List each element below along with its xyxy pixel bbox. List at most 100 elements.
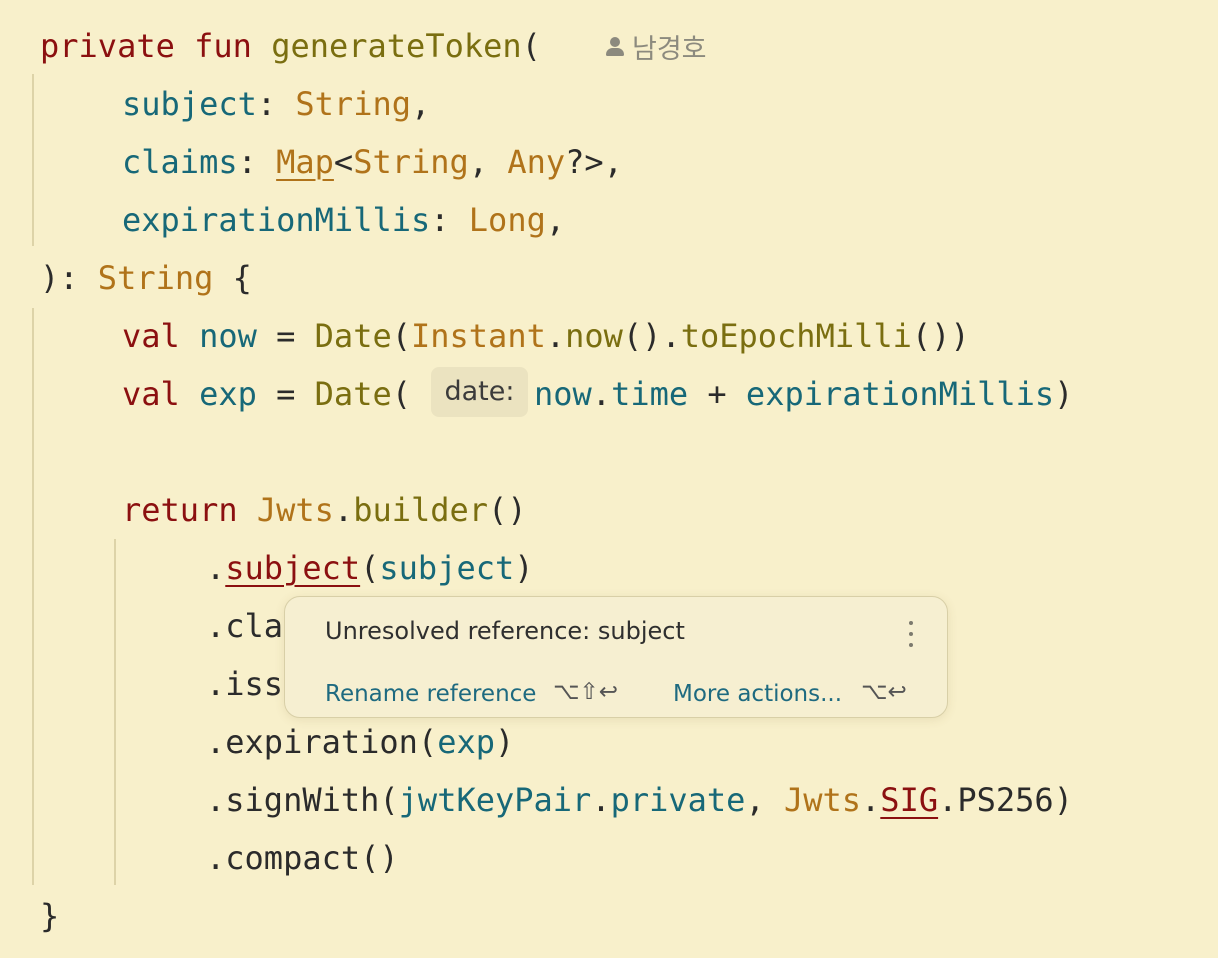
code-line-7[interactable]: val exp = Date( [122, 365, 411, 423]
property-time: time [611, 375, 689, 413]
unresolved-subject-call[interactable]: subject [225, 549, 360, 587]
type-instant: Instant [410, 317, 546, 355]
param-subject: subject [122, 85, 257, 123]
code-line-5[interactable]: ): String { [40, 249, 252, 307]
keyword-val: val [122, 375, 180, 413]
code-text: .cla [206, 607, 284, 645]
keyword-private: private [40, 27, 175, 65]
code-line-6[interactable]: val now = Date(Instant.now().toEpochMill… [122, 307, 970, 365]
code-line-16[interactable]: } [40, 887, 59, 945]
paren: ) [1054, 375, 1074, 413]
parens: () [488, 491, 527, 529]
paren: ()) [911, 317, 970, 355]
function-name[interactable]: generateToken [271, 27, 521, 65]
equals: = [256, 375, 315, 413]
call-compact: .compact() [206, 839, 399, 877]
call-date: Date [314, 317, 392, 355]
param-claims: claims [122, 143, 238, 181]
error-tooltip-popup: Unresolved reference: subject Rename ref… [284, 596, 948, 718]
close-paren: ): [40, 259, 98, 297]
colon: : [430, 201, 469, 239]
indent-guide-chain [114, 539, 116, 885]
param-expiration-millis: expirationMillis [122, 201, 431, 239]
indent-guide-params [32, 74, 34, 246]
paren: ( [360, 549, 380, 587]
code-line-7-rest[interactable]: now.time + expirationMillis) [534, 365, 1073, 423]
indent-guide-body [32, 308, 34, 885]
type-jwts: Jwts [783, 781, 862, 819]
call-sign-with: .signWith( [206, 781, 399, 819]
type-map-warning[interactable]: Map [276, 143, 334, 181]
code-line-15[interactable]: .compact() [206, 829, 399, 887]
type-any: Any [507, 143, 566, 181]
close-brace: } [40, 897, 60, 935]
variable-now-ref: now [534, 375, 592, 413]
dot: . [591, 781, 611, 819]
more-actions-link[interactable]: More actions... [673, 681, 842, 707]
keyword-val: val [122, 317, 180, 355]
code-text: .iss [206, 665, 284, 703]
arg-exp: exp [437, 723, 495, 761]
equals: = [256, 317, 315, 355]
code-line-12[interactable]: .iss [206, 655, 283, 713]
arg-subject: subject [379, 549, 515, 587]
variable-jwt-key-pair: jwtKeyPair [398, 781, 592, 819]
rename-reference-link[interactable]: Rename reference [325, 681, 536, 707]
type-string: String [295, 85, 411, 123]
colon: : [256, 85, 296, 123]
paren: ) [494, 723, 515, 761]
comma: , [545, 201, 566, 239]
person-icon [604, 35, 626, 57]
paren: ( [391, 375, 411, 413]
dot: . [206, 549, 226, 587]
type-tail: ?>, [565, 143, 623, 181]
type-long: Long [468, 201, 546, 239]
code-line-3[interactable]: claims: Map<String, Any?>, [122, 133, 623, 191]
dot: . [861, 781, 881, 819]
unresolved-sig[interactable]: SIG [880, 781, 938, 819]
code-line-9[interactable]: return Jwts.builder() [122, 481, 527, 539]
return-type: String [97, 259, 214, 297]
code-line-14[interactable]: .signWith(jwtKeyPair.private, Jwts.SIG.P… [206, 771, 1073, 829]
algorithm-ps256: .PS256) [938, 781, 1073, 819]
parameter-name-hint: date: [431, 367, 528, 417]
call-builder: builder [353, 491, 489, 529]
author-name: 남경호 [632, 33, 707, 65]
error-message: Unresolved reference: subject [325, 617, 685, 645]
call-now: now [565, 317, 623, 355]
type-string: String [353, 143, 469, 181]
keyword-return: return [122, 491, 238, 529]
open-brace: { [213, 259, 252, 297]
type-jwts: Jwts [256, 491, 334, 529]
separator: , [745, 781, 784, 819]
code-line-1[interactable]: private fun generateToken( [40, 17, 541, 75]
call-date: Date [314, 375, 392, 413]
code-line-13[interactable]: .expiration(exp) [206, 713, 514, 771]
code-line-4[interactable]: expirationMillis: Long, [122, 191, 565, 249]
dot: . [545, 317, 566, 355]
paren: ( [391, 317, 411, 355]
rename-shortcut: ⌥⇧↩ [553, 679, 619, 705]
kebab-menu-icon[interactable] [899, 619, 923, 649]
paren: ) [514, 549, 534, 587]
separator: , [468, 143, 508, 181]
code-author-annotation[interactable]: 남경호 [604, 26, 707, 66]
lt: < [333, 143, 354, 181]
code-line-2[interactable]: subject: String, [122, 75, 430, 133]
call-to-epoch-milli: toEpochMilli [680, 317, 912, 355]
comma: , [410, 85, 431, 123]
call-expiration: .expiration( [206, 723, 438, 761]
keyword-fun: fun [194, 27, 252, 65]
plus: + [688, 375, 746, 413]
code-line-11[interactable]: .cla [206, 597, 283, 655]
open-paren: ( [521, 27, 541, 65]
dot: . [591, 375, 612, 413]
paren: (). [622, 317, 681, 355]
dot: . [333, 491, 354, 529]
property-private: private [610, 781, 746, 819]
colon: : [237, 143, 277, 181]
code-line-10[interactable]: .subject(subject) [206, 539, 534, 597]
code-editor[interactable]: private fun generateToken( 남경호 subject: … [0, 0, 1218, 958]
